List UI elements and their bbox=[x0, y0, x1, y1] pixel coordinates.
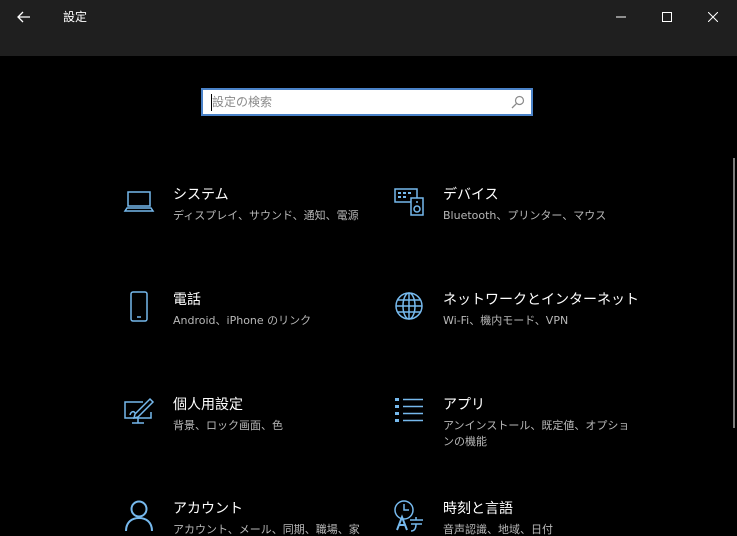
tile-description: アンインストール、既定値、オプションの機能 bbox=[443, 419, 630, 448]
app-list-icon bbox=[395, 398, 423, 422]
laptop-icon bbox=[123, 191, 155, 212]
search-input[interactable] bbox=[212, 93, 502, 111]
tile-title: アプリ bbox=[443, 397, 485, 413]
search-box[interactable] bbox=[201, 88, 533, 116]
tile-title: 時刻と言語 bbox=[443, 501, 513, 517]
title-bar: 設定 bbox=[0, 0, 737, 56]
phone-icon bbox=[130, 291, 148, 322]
close-button[interactable] bbox=[690, 0, 736, 34]
tile-description: Bluetooth、プリンター、マウス bbox=[443, 209, 607, 222]
tile-title: アカウント bbox=[173, 501, 243, 517]
tile-devices[interactable]: デバイス Bluetooth、プリンター、マウス bbox=[393, 186, 643, 248]
tile-apps[interactable]: アプリ アンインストール、既定値、オプションの機能 bbox=[393, 396, 643, 458]
time-language-icon bbox=[394, 500, 423, 532]
settings-window: 設定 システム ディ bbox=[0, 0, 737, 536]
scrollbar-thumb[interactable] bbox=[733, 158, 735, 428]
window-title: 設定 bbox=[63, 10, 88, 24]
paint-monitor-icon bbox=[124, 397, 155, 424]
close-icon bbox=[708, 12, 718, 22]
tile-time-language[interactable]: 時刻と言語 音声認識、地域、日付 bbox=[393, 500, 643, 536]
tile-description: Wi-Fi、機内モード、VPN bbox=[443, 314, 569, 327]
tile-description: 音声認識、地域、日付 bbox=[443, 523, 553, 536]
tile-description: ディスプレイ、サウンド、通知、電源 bbox=[173, 209, 359, 222]
tile-network[interactable]: ネットワークとインターネット Wi-Fi、機内モード、VPN bbox=[393, 291, 643, 353]
minimize-icon bbox=[616, 16, 626, 18]
tile-accounts[interactable]: アカウント アカウント、メール、同期、職場、家 bbox=[123, 500, 373, 536]
back-arrow-icon bbox=[17, 11, 30, 23]
keyboard-speaker-icon bbox=[394, 188, 424, 216]
search-icon[interactable] bbox=[511, 95, 525, 109]
tile-title: ネットワークとインターネット bbox=[443, 292, 639, 308]
tile-phone[interactable]: 電話 Android、iPhone のリンク bbox=[123, 291, 373, 353]
tile-description: 背景、ロック画面、色 bbox=[173, 419, 283, 432]
tile-system[interactable]: システム ディスプレイ、サウンド、通知、電源 bbox=[123, 186, 373, 248]
tile-personalization[interactable]: 個人用設定 背景、ロック画面、色 bbox=[123, 396, 373, 458]
globe-icon bbox=[395, 292, 423, 320]
tile-title: システム bbox=[173, 187, 229, 203]
maximize-button[interactable] bbox=[644, 0, 690, 34]
maximize-icon bbox=[662, 12, 672, 22]
back-button[interactable] bbox=[0, 0, 48, 34]
tile-title: 個人用設定 bbox=[173, 397, 243, 413]
minimize-button[interactable] bbox=[598, 0, 644, 34]
tile-description: Android、iPhone のリンク bbox=[173, 314, 312, 327]
tile-title: デバイス bbox=[443, 187, 499, 203]
tile-description: アカウント、メール、同期、職場、家 bbox=[173, 523, 360, 536]
tile-title: 電話 bbox=[173, 292, 201, 308]
person-icon bbox=[125, 500, 153, 532]
